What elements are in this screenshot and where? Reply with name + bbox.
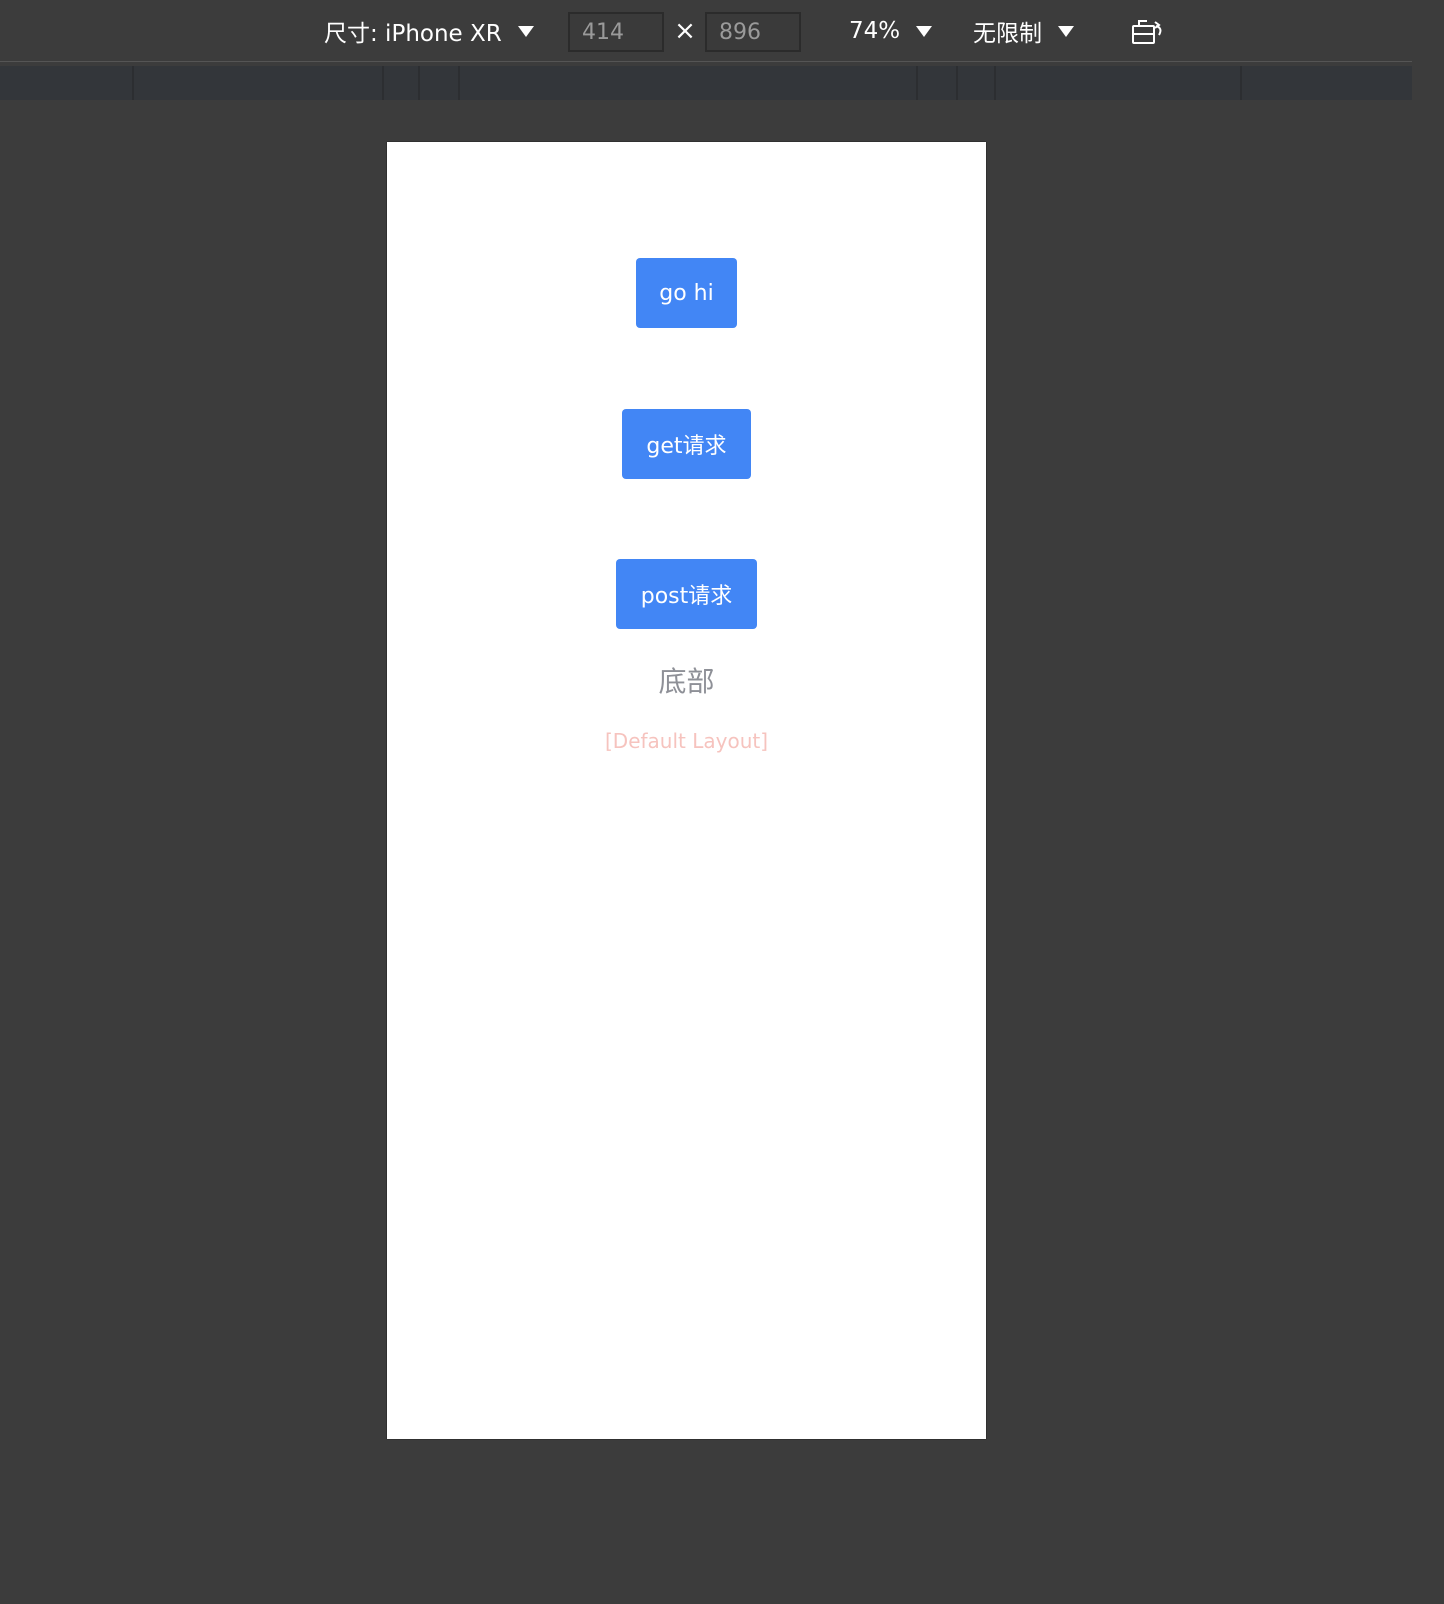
devtools-device-toolbar: 尺寸: iPhone XR 414 × 896 74% 无限制	[0, 0, 1412, 62]
ruler-divider	[1240, 66, 1242, 100]
throttle-label: 无限制	[973, 21, 1042, 47]
rotate-device-icon	[1132, 20, 1162, 44]
device-size-dropdown[interactable]: 尺寸: iPhone XR	[324, 0, 534, 62]
ruler-divider	[956, 66, 958, 100]
throttle-dropdown[interactable]: 无限制	[973, 0, 1074, 62]
ruler-divider	[994, 66, 996, 100]
height-input[interactable]: 896	[705, 12, 801, 52]
post-request-button[interactable]: post请求	[616, 559, 757, 629]
ruler-divider	[132, 66, 134, 100]
go-hi-button[interactable]: go hi	[636, 258, 737, 328]
device-size-label: 尺寸: iPhone XR	[324, 21, 502, 47]
footer-text: 底部	[658, 665, 715, 698]
ruler-divider	[418, 66, 420, 100]
ruler-divider	[458, 66, 460, 100]
ruler-divider	[916, 66, 918, 100]
get-request-button[interactable]: get请求	[622, 409, 751, 479]
device-viewport: go hi get请求 post请求 底部 [Default Layout]	[387, 142, 986, 1439]
chevron-down-icon	[916, 25, 933, 37]
chevron-down-icon	[517, 25, 534, 37]
rotate-device-button[interactable]	[1128, 14, 1168, 50]
layout-label: [Default Layout]	[604, 729, 769, 753]
ruler-divider	[382, 66, 384, 100]
media-query-ruler[interactable]	[0, 66, 1412, 100]
chevron-down-icon	[1058, 25, 1074, 37]
times-symbol: ×	[674, 16, 696, 46]
width-input[interactable]: 414	[568, 12, 664, 52]
zoom-dropdown[interactable]: 74%	[849, 0, 933, 62]
zoom-label: 74%	[849, 18, 901, 44]
